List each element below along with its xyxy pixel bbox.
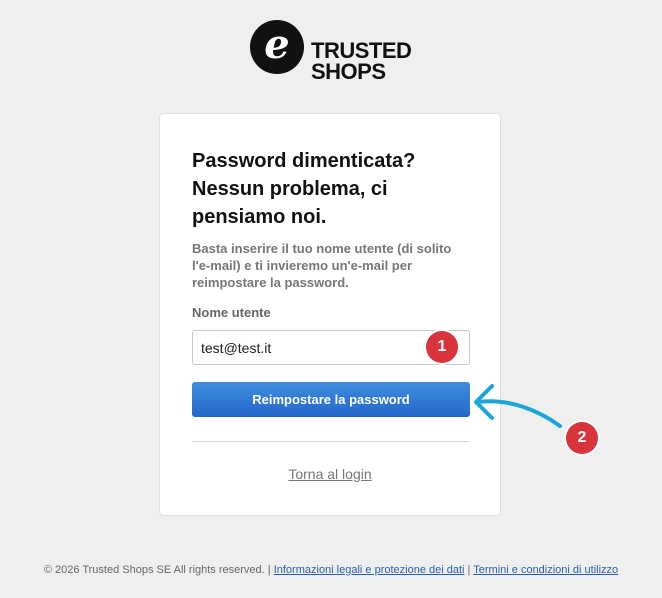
logo-line-1: TRUSTED [311, 38, 412, 63]
instructions-text: Basta inserire il tuo nome utente (di so… [192, 241, 452, 290]
trusted-shops-logo: e TRUSTED SHOPS [250, 20, 420, 84]
username-label: Nome utente [192, 305, 271, 320]
reset-password-card: Password dimenticata? Nessun problema, c… [159, 113, 501, 516]
footer: © 2026 Trusted Shops SE All rights reser… [0, 564, 662, 576]
footer-separator: | [267, 564, 271, 576]
back-to-login-link[interactable]: Torna al login [160, 466, 500, 482]
annotation-badge-2: 2 [566, 422, 598, 454]
annotation-badge-1: 1 [426, 331, 458, 363]
page-title: Password dimenticata? Nessun problema, c… [192, 150, 416, 228]
annotation-arrow [474, 384, 562, 428]
logo-mark-letter: e [264, 21, 290, 68]
terms-link[interactable]: Termini e condizioni di utilizzo [473, 564, 618, 576]
logo-wordmark: TRUSTED SHOPS [311, 38, 412, 84]
reset-password-button[interactable]: Reimpostare la password [192, 382, 470, 417]
footer-separator: | [467, 564, 471, 576]
legal-info-link[interactable]: Informazioni legali e protezione dei dat… [274, 564, 465, 576]
logo-line-2: SHOPS [311, 59, 386, 84]
divider [192, 441, 470, 442]
copyright-text: © 2026 Trusted Shops SE All rights reser… [43, 564, 265, 576]
logo-mark: e [250, 20, 304, 74]
